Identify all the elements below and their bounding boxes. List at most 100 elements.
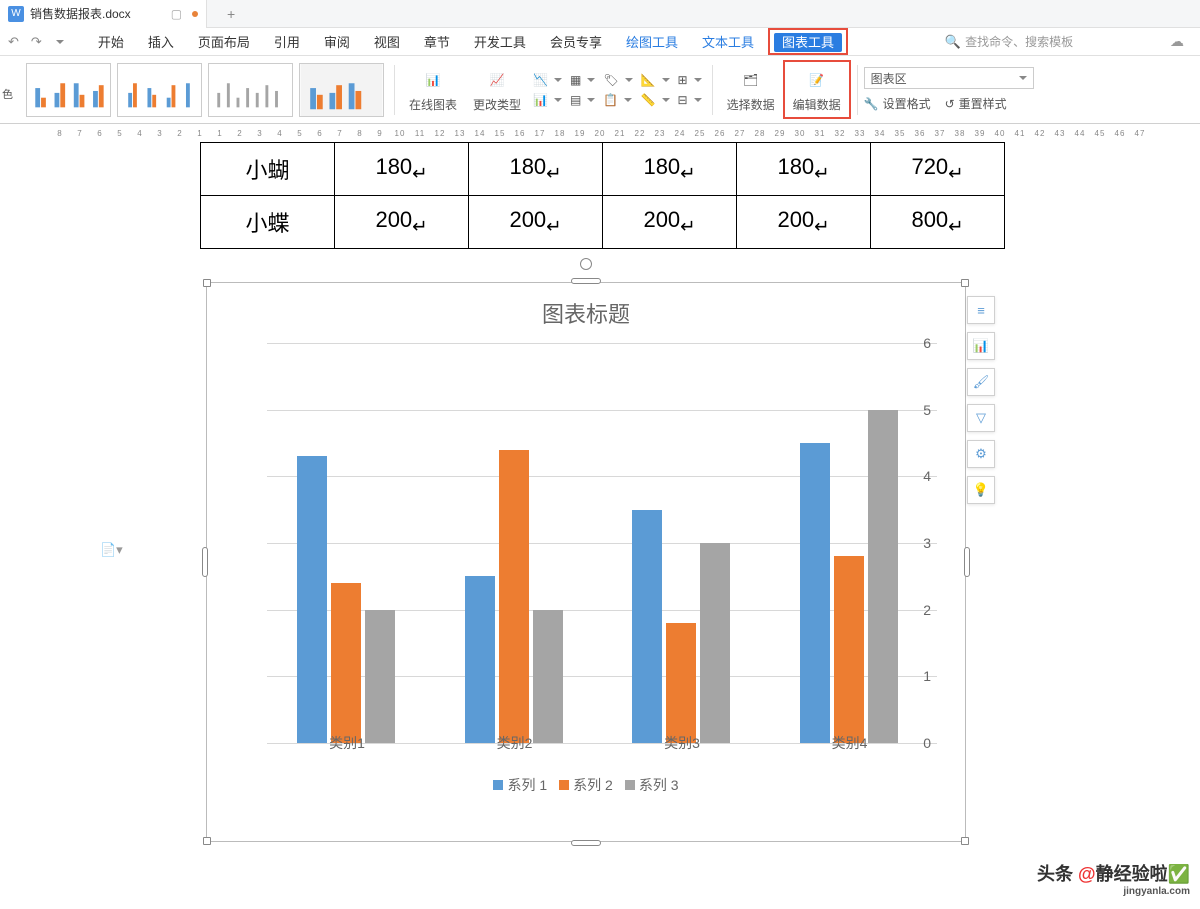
tab-view[interactable]: 视图 xyxy=(364,28,410,55)
resize-handle-tl[interactable] xyxy=(203,279,211,287)
bar-类别1-系列 1[interactable] xyxy=(297,456,327,743)
tab-layout[interactable]: 页面布局 xyxy=(188,28,260,55)
tab-insert[interactable]: 插入 xyxy=(138,28,184,55)
window-icon[interactable]: ▢ xyxy=(171,7,182,21)
chart-title[interactable]: 图表标题 xyxy=(207,297,965,329)
bar-类别2-系列 3[interactable] xyxy=(533,610,563,743)
resize-handle-right[interactable] xyxy=(964,547,970,577)
chart-float-toolbar: ≡ 📊 🖌 ▽ ⚙ 💡 xyxy=(967,296,995,504)
reset-style-button[interactable]: ↺重置样式 xyxy=(945,95,1007,112)
edit-data-icon: 📝 xyxy=(803,66,831,94)
highlight-chart-tools: 图表工具 xyxy=(768,28,848,55)
edit-data-button[interactable]: 📝 编辑数据 xyxy=(783,60,851,119)
set-format-button[interactable]: 🔧设置格式 xyxy=(864,95,931,112)
chart-plot-area[interactable]: 0123456 xyxy=(237,343,937,743)
tab-review[interactable]: 审阅 xyxy=(314,28,360,55)
error-btn-1[interactable]: ⊞ xyxy=(678,73,702,87)
table-cell[interactable]: 200↵ xyxy=(469,196,603,249)
legend-item[interactable]: 系列 2 xyxy=(559,775,613,795)
title-bar: W 销售数据报表.docx ▢ + xyxy=(0,0,1200,28)
cloud-icon[interactable]: ☁ xyxy=(1170,33,1184,50)
bar-类别4-系列 3[interactable] xyxy=(868,410,898,743)
table-cell[interactable]: 200↵ xyxy=(603,196,737,249)
chart-area-select[interactable]: 图表区 xyxy=(864,67,1034,89)
bar-类别3-系列 2[interactable] xyxy=(666,623,696,743)
select-data-button[interactable]: 🗂 选择数据 xyxy=(719,62,783,117)
undo-icon[interactable]: ↶ xyxy=(8,34,19,50)
tab-drawing-tools[interactable]: 绘图工具 xyxy=(616,28,688,55)
table-cell[interactable]: 180↵ xyxy=(335,143,469,196)
tab-devtools[interactable]: 开发工具 xyxy=(464,28,536,55)
label-btn-2[interactable]: 📋 xyxy=(603,93,632,107)
bar-类别1-系列 3[interactable] xyxy=(365,610,395,743)
chevron-down-icon xyxy=(1017,71,1027,85)
tab-vip[interactable]: 会员专享 xyxy=(540,28,612,55)
grid-btn-1[interactable]: ▦ xyxy=(570,73,595,87)
left-gutter-icon[interactable]: 📄▾ xyxy=(100,542,123,558)
table-cell[interactable]: 200↵ xyxy=(335,196,469,249)
bar-类别2-系列 2[interactable] xyxy=(499,450,529,743)
resize-handle-bl[interactable] xyxy=(203,837,211,845)
table-cell[interactable]: 小蝴 xyxy=(201,143,335,196)
document-tab[interactable]: W 销售数据报表.docx ▢ xyxy=(0,0,207,28)
label-btn-1[interactable]: 🏷 xyxy=(603,73,632,87)
resize-handle-bottom[interactable] xyxy=(571,840,601,846)
tab-chart-tools[interactable]: 图表工具 xyxy=(774,33,842,52)
chart-toolbar: 色 📊 在线图表 📈 更改类型 📉 📊 ▦ ▤ 🏷 📋 📐 📏 ⊞ ⊟ 🗂 选择… xyxy=(0,56,1200,124)
trend-btn-2[interactable]: 📏 xyxy=(641,93,670,107)
modified-dot-icon xyxy=(192,11,198,17)
x-label: 类别3 xyxy=(664,733,700,753)
data-table: 小蝴 180↵ 180↵ 180↵ 180↵ 720↵ 小蝶 200↵ 200↵… xyxy=(200,142,1005,249)
tab-references[interactable]: 引用 xyxy=(264,28,310,55)
axis-btn-1[interactable]: 📉 xyxy=(533,73,562,87)
legend-item[interactable]: 系列 3 xyxy=(625,775,679,795)
redo-icon[interactable]: ↷ xyxy=(31,34,42,50)
chart-filter-button[interactable]: ▽ xyxy=(967,404,995,432)
style-thumb-1[interactable] xyxy=(26,63,111,117)
change-type-button[interactable]: 📈 更改类型 xyxy=(465,62,529,117)
new-tab-button[interactable]: + xyxy=(219,6,243,22)
table-cell[interactable]: 720↵ xyxy=(871,143,1005,196)
search-placeholder: 查找命令、搜索模板 xyxy=(965,33,1073,50)
bar-类别1-系列 2[interactable] xyxy=(331,583,361,743)
style-thumb-3[interactable] xyxy=(208,63,293,117)
resize-handle-br[interactable] xyxy=(961,837,969,845)
bar-类别4-系列 1[interactable] xyxy=(800,443,830,743)
tab-text-tools[interactable]: 文本工具 xyxy=(692,28,764,55)
online-chart-button[interactable]: 📊 在线图表 xyxy=(401,62,465,117)
table-cell[interactable]: 180↵ xyxy=(737,143,871,196)
resize-handle-tr[interactable] xyxy=(961,279,969,287)
axis-btn-2[interactable]: 📊 xyxy=(533,93,562,107)
rotate-handle[interactable] xyxy=(580,258,592,270)
table-cell[interactable]: 小蝶 xyxy=(201,196,335,249)
grid-btn-2[interactable]: ▤ xyxy=(570,93,595,107)
edit-data-label: 编辑数据 xyxy=(793,96,841,113)
table-cell[interactable]: 800↵ xyxy=(871,196,1005,249)
bar-类别3-系列 3[interactable] xyxy=(700,543,730,743)
layout-options-button[interactable]: ≡ xyxy=(967,296,995,324)
bar-类别4-系列 2[interactable] xyxy=(834,556,864,743)
tab-chapter[interactable]: 章节 xyxy=(414,28,460,55)
table-cell[interactable]: 200↵ xyxy=(737,196,871,249)
chart-tips-button[interactable]: 💡 xyxy=(967,476,995,504)
chart-object[interactable]: 图表标题 0123456 类别1类别2类别3类别4 系列 1系列 2系列 3 xyxy=(206,282,966,842)
resize-handle-left[interactable] xyxy=(202,547,208,577)
error-btn-2[interactable]: ⊟ xyxy=(678,93,702,107)
chart-settings-button[interactable]: ⚙ xyxy=(967,440,995,468)
resize-handle-top[interactable] xyxy=(571,278,601,284)
table-cell[interactable]: 180↵ xyxy=(469,143,603,196)
table-cell[interactable]: 180↵ xyxy=(603,143,737,196)
chart-legend[interactable]: 系列 1 系列 2 系列 3 xyxy=(207,775,965,795)
qat-dropdown-icon[interactable] xyxy=(54,34,64,49)
watermark: 头条 @静经验啦✅ jingyanla.com xyxy=(1037,860,1190,897)
chart-elements-button[interactable]: 📊 xyxy=(967,332,995,360)
style-thumb-2[interactable] xyxy=(117,63,202,117)
trend-btn-1[interactable]: 📐 xyxy=(641,73,670,87)
bar-类别2-系列 1[interactable] xyxy=(465,576,495,743)
chart-style-button[interactable]: 🖌 xyxy=(967,368,995,396)
tab-home[interactable]: 开始 xyxy=(88,28,134,55)
search-box[interactable]: 🔍 查找命令、搜索模板 xyxy=(945,33,1073,50)
bar-类别3-系列 1[interactable] xyxy=(632,510,662,743)
legend-item[interactable]: 系列 1 xyxy=(493,775,547,795)
style-thumb-4[interactable] xyxy=(299,63,384,117)
